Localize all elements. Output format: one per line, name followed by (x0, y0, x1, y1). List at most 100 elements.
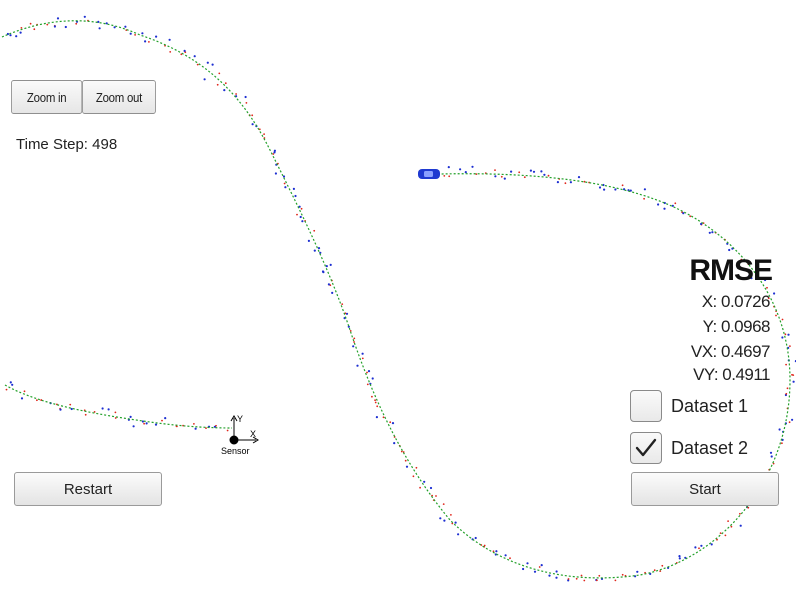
radar-measurement (141, 420, 144, 423)
radar-measurement (251, 123, 254, 126)
radar-measurement (284, 186, 287, 189)
radar-measurement (301, 220, 304, 223)
dataset-1-label: Dataset 1 (671, 396, 749, 416)
lidar-measurement (727, 520, 729, 522)
radar-measurement (203, 78, 206, 81)
lidar-measurement (785, 392, 788, 395)
lidar-measurement (69, 403, 72, 406)
radar-measurement (510, 170, 513, 173)
lidar-measurement (415, 466, 418, 469)
radar-measurement (313, 249, 316, 252)
lidar-measurement (564, 182, 567, 185)
lidar-measurement (36, 399, 38, 402)
lidar-measurement (196, 63, 199, 66)
lidar-measurement (792, 374, 795, 376)
radar-measurement (375, 416, 378, 419)
radar-measurement (708, 231, 711, 234)
lidar-measurement (404, 459, 407, 462)
radar-measurement (526, 562, 529, 565)
lidar-measurement (523, 176, 526, 179)
lidar-measurement (23, 390, 26, 393)
radar-measurement (371, 377, 374, 380)
lidar-measurement (739, 512, 741, 515)
lidar-measurement (775, 314, 777, 317)
lidar-measurement (313, 229, 316, 232)
lidar-measurement (500, 175, 503, 178)
radar-measurement (405, 465, 409, 468)
radar-measurement (577, 176, 581, 179)
radar-measurement (56, 17, 60, 20)
radar-measurement (548, 574, 551, 577)
radar-measurement (555, 570, 558, 573)
lidar-measurement (547, 174, 550, 177)
radar-measurement (294, 194, 297, 198)
radar-measurement (129, 415, 132, 418)
radar-measurement (211, 63, 214, 66)
lidar-measurement (719, 532, 722, 534)
rmse-title: RMSE (689, 254, 773, 287)
radar-measurement (325, 265, 328, 268)
lidar-measurement (674, 202, 677, 205)
radar-measurement (678, 555, 681, 558)
lidar-measurement (509, 557, 511, 560)
radar-measurement (11, 383, 14, 386)
radar-measurement (454, 521, 457, 524)
start-button[interactable]: Start (631, 472, 779, 506)
radar-measurement (101, 407, 104, 410)
lidar-measurement (419, 486, 421, 489)
lidar-measurement (366, 383, 369, 386)
sensor-x-label: X (250, 429, 256, 439)
radar-measurement (494, 175, 497, 178)
radar-measurement (555, 576, 558, 579)
radar-measurement (194, 427, 197, 430)
radar-measurement (569, 181, 573, 184)
radar-measurement (447, 166, 450, 169)
lidar-measurement (245, 102, 248, 104)
lidar-measurement (371, 395, 373, 398)
lidar-measurement (296, 213, 298, 216)
lidar-measurement (724, 534, 727, 537)
lidar-measurement (448, 175, 451, 178)
radar-measurement (529, 169, 533, 172)
dataset-1-checkbox[interactable] (630, 390, 662, 422)
radar-measurement (781, 336, 784, 339)
lidar-measurement (653, 569, 656, 572)
lidar-measurement (698, 547, 700, 550)
lidar-measurement (361, 357, 364, 360)
radar-measurement (141, 32, 144, 35)
radar-measurement (522, 567, 525, 571)
zoom-in-button[interactable]: Zoom in (11, 80, 83, 114)
radar-measurement (474, 536, 477, 540)
radar-measurement (15, 35, 18, 38)
radar-measurement (728, 248, 731, 252)
lidar-measurement (75, 22, 78, 25)
lidar-measurement (148, 41, 150, 43)
radar-measurement (540, 564, 543, 567)
radar-measurement (356, 364, 359, 367)
lidar-measurement (412, 475, 415, 478)
lidar-measurement (5, 388, 8, 391)
restart-button[interactable]: Restart (14, 472, 162, 506)
lidar-measurement (596, 579, 598, 582)
lidar-measurement (450, 514, 452, 516)
lidar-measurement (583, 579, 586, 582)
lidar-measurement (283, 182, 286, 185)
car-icon (418, 169, 440, 179)
radar-measurement (603, 188, 606, 191)
radar-measurement (206, 61, 209, 64)
radar-measurement (292, 187, 295, 190)
radar-measurement (352, 345, 355, 348)
radar-measurement (423, 480, 426, 483)
radar-measurement (636, 570, 639, 573)
lidar-measurement (20, 27, 23, 29)
radar-measurement (124, 25, 127, 28)
lidar-measurement (224, 82, 227, 85)
lidar-measurement (659, 570, 662, 572)
zoom-out-button[interactable]: Zoom out (82, 80, 156, 114)
lidar-measurement (376, 405, 379, 408)
dataset-2-checkbox[interactable] (630, 432, 662, 464)
lidar-measurement (785, 363, 787, 366)
rmse-x-value: X: 0.0726 (701, 292, 771, 311)
radar-measurement (223, 89, 226, 92)
radar-measurement (739, 524, 742, 527)
